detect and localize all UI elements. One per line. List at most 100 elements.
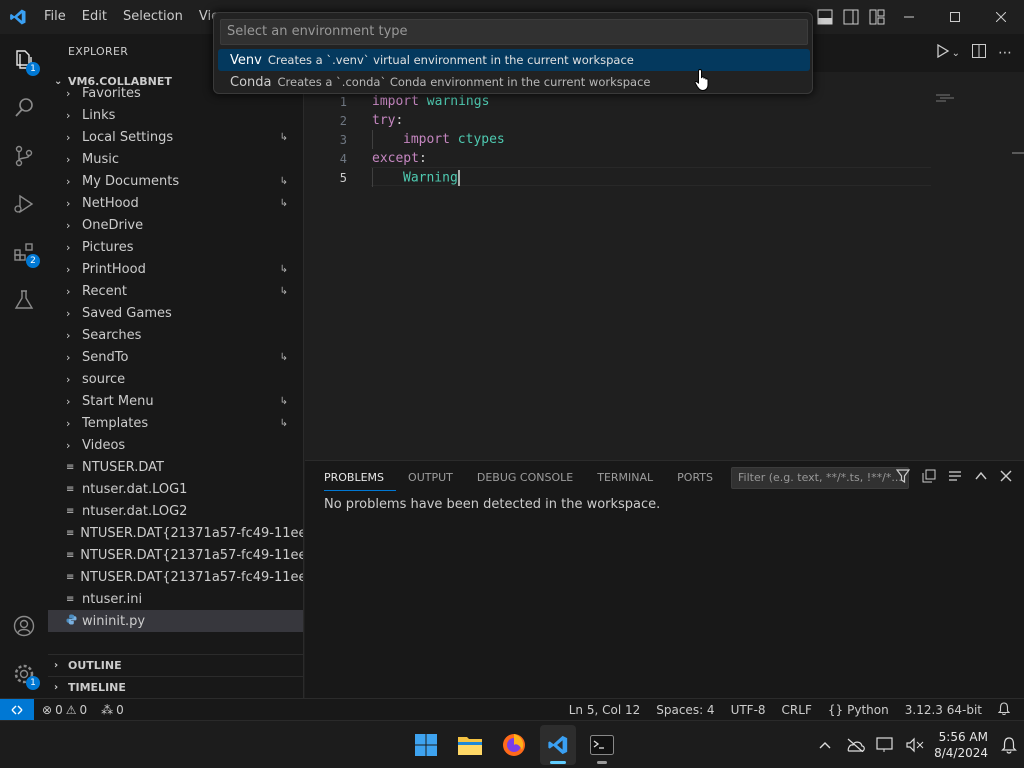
- tree-file[interactable]: ≡ NTUSER.DAT{21371a57-fc49-11ee-a...: [48, 522, 303, 544]
- panel-tab-ports[interactable]: PORTS: [677, 469, 725, 491]
- tree-file[interactable]: ≡ NTUSER.DAT{21371a57-fc49-11ee-a...: [48, 544, 303, 566]
- python-interpreter[interactable]: 3.12.3 64-bit: [905, 703, 982, 717]
- notifications-bell-icon[interactable]: [997, 701, 1011, 718]
- tree-folder[interactable]: › Templates ↳: [48, 412, 303, 434]
- remote-indicator-icon[interactable]: [0, 699, 34, 720]
- code-editor[interactable]: 1 import warnings 2 try: 3 import ctypes 4 exce…: [305, 72, 1024, 460]
- firefox-icon[interactable]: [496, 725, 532, 765]
- line-number: 5: [339, 170, 347, 185]
- tree-folder[interactable]: › My Documents ↳: [48, 170, 303, 192]
- panel-tab-problems[interactable]: PROBLEMS: [324, 469, 397, 491]
- code-token: import: [403, 132, 450, 147]
- view-as-list-icon[interactable]: [948, 469, 962, 487]
- quick-pick-item-conda[interactable]: Conda Creates a `.conda` Conda environmen…: [218, 71, 810, 93]
- tree-folder[interactable]: › Music: [48, 148, 303, 170]
- problems-filter-input[interactable]: Filter (e.g. text, **/*.ts, !**/*...: [731, 467, 909, 489]
- tree-folder[interactable]: › Start Menu ↳: [48, 390, 303, 412]
- chevron-down-icon[interactable]: ⌄: [952, 48, 960, 59]
- file-lines-icon: ≡: [66, 571, 75, 583]
- line-ending[interactable]: CRLF: [782, 703, 812, 717]
- volume-muted-icon[interactable]: [900, 721, 930, 768]
- line-number: 1: [339, 94, 347, 109]
- code-token: ctypes: [457, 132, 505, 147]
- menu-edit[interactable]: Edit: [74, 0, 115, 34]
- panel-tab-output[interactable]: OUTPUT: [408, 469, 465, 491]
- tree-file[interactable]: wininit.py: [48, 610, 303, 632]
- collapse-all-icon[interactable]: [922, 469, 936, 487]
- run-python-file-icon[interactable]: [936, 43, 950, 62]
- system-tray: 5:56 AM 8/4/2024: [810, 721, 1024, 768]
- tree-folder[interactable]: › OneDrive: [48, 214, 303, 236]
- panel-tab-terminal[interactable]: TERMINAL: [597, 469, 665, 491]
- cursor-position[interactable]: Ln 5, Col 12: [569, 703, 641, 717]
- menu-file[interactable]: File: [36, 0, 74, 34]
- tree-file[interactable]: ≡ ntuser.dat.LOG2: [48, 500, 303, 522]
- tree-file[interactable]: ≡ ntuser.ini: [48, 588, 303, 610]
- mouse-pointer-hand-icon: [694, 68, 712, 92]
- tree-file[interactable]: ≡ NTUSER.DAT{21371a57-fc49-11ee-a...: [48, 566, 303, 588]
- clock[interactable]: 5:56 AM 8/4/2024: [930, 729, 994, 761]
- extensions-icon[interactable]: 2: [0, 228, 48, 276]
- close-panel-icon[interactable]: [1000, 470, 1012, 486]
- customize-layout-icon[interactable]: [868, 8, 886, 26]
- menu-selection[interactable]: Selection: [115, 0, 191, 34]
- tree-folder[interactable]: › Local Settings ↳: [48, 126, 303, 148]
- filter-icon[interactable]: [895, 469, 911, 487]
- tree-folder[interactable]: › Links: [48, 104, 303, 126]
- windows-start-icon[interactable]: [408, 725, 444, 765]
- timeline-header[interactable]: › TIMELINE: [48, 676, 303, 698]
- file-explorer-icon[interactable]: [452, 725, 488, 765]
- search-icon[interactable]: [0, 84, 48, 132]
- settings-badge: 1: [26, 676, 40, 690]
- code-line: 1 import warnings: [305, 92, 1024, 111]
- outline-header[interactable]: › OUTLINE: [48, 654, 303, 676]
- accounts-icon[interactable]: [0, 602, 48, 650]
- toggle-panel-icon[interactable]: [816, 8, 834, 26]
- chevron-right-icon: ›: [66, 372, 71, 386]
- more-actions-icon[interactable]: ⋯: [998, 45, 1012, 61]
- network-display-icon[interactable]: [870, 721, 900, 768]
- problems-status[interactable]: ⊗ 0 ⚠ 0: [42, 703, 87, 717]
- tree-folder[interactable]: › Recent ↳: [48, 280, 303, 302]
- source-control-icon[interactable]: [0, 132, 48, 180]
- split-editor-icon[interactable]: [972, 44, 986, 62]
- maximize-button[interactable]: [932, 0, 978, 34]
- chevron-up-icon[interactable]: [810, 721, 840, 768]
- tree-folder[interactable]: › Saved Games: [48, 302, 303, 324]
- tree-folder[interactable]: › SendTo ↳: [48, 346, 303, 368]
- terminal-icon[interactable]: [584, 725, 620, 765]
- explorer-sidebar: EXPLORER ⌄ VM6.COLLABNET › Favorites › Link…: [48, 34, 304, 698]
- language-mode[interactable]: {} Python: [828, 703, 889, 717]
- vscode-taskbar-icon[interactable]: [540, 725, 576, 765]
- testing-icon[interactable]: [0, 276, 48, 324]
- quick-pick-item-venv[interactable]: Venv Creates a `.venv` virtual environmen…: [218, 49, 810, 71]
- vscode-logo-icon: [0, 0, 36, 34]
- panel-tab-debug-console[interactable]: DEBUG CONSOLE: [477, 469, 585, 491]
- close-button[interactable]: [978, 0, 1024, 34]
- toggle-secondary-sidebar-icon[interactable]: [842, 8, 860, 26]
- notification-bell-icon[interactable]: [994, 721, 1024, 768]
- onedrive-offline-icon[interactable]: [840, 721, 870, 768]
- indentation[interactable]: Spaces: 4: [656, 703, 714, 717]
- tree-file[interactable]: ≡ NTUSER.DAT: [48, 456, 303, 478]
- code-token: Warning: [403, 170, 458, 185]
- tree-folder[interactable]: › Searches: [48, 324, 303, 346]
- tree-folder[interactable]: › NetHood ↳: [48, 192, 303, 214]
- manage-gear-icon[interactable]: 1: [0, 650, 48, 698]
- chevron-right-icon: ›: [66, 262, 71, 276]
- tree-file[interactable]: ≡ ntuser.dat.LOG1: [48, 478, 303, 500]
- tree-folder[interactable]: › Videos: [48, 434, 303, 456]
- maximize-panel-icon[interactable]: [974, 469, 988, 487]
- ports-status[interactable]: ⁂ 0: [101, 703, 124, 717]
- symlink-icon: ↳: [279, 285, 288, 297]
- encoding[interactable]: UTF-8: [731, 703, 766, 717]
- tree-folder[interactable]: › source: [48, 368, 303, 390]
- quick-pick-input[interactable]: Select an environment type: [220, 19, 808, 45]
- explorer-icon[interactable]: 1: [0, 36, 48, 84]
- tree-folder[interactable]: › PrintHood ↳: [48, 258, 303, 280]
- tree-folder[interactable]: › Pictures: [48, 236, 303, 258]
- chevron-right-icon: ›: [66, 438, 71, 452]
- windows-taskbar: 5:56 AM 8/4/2024: [0, 720, 1024, 768]
- minimize-button[interactable]: [886, 0, 932, 34]
- run-debug-icon[interactable]: [0, 180, 48, 228]
